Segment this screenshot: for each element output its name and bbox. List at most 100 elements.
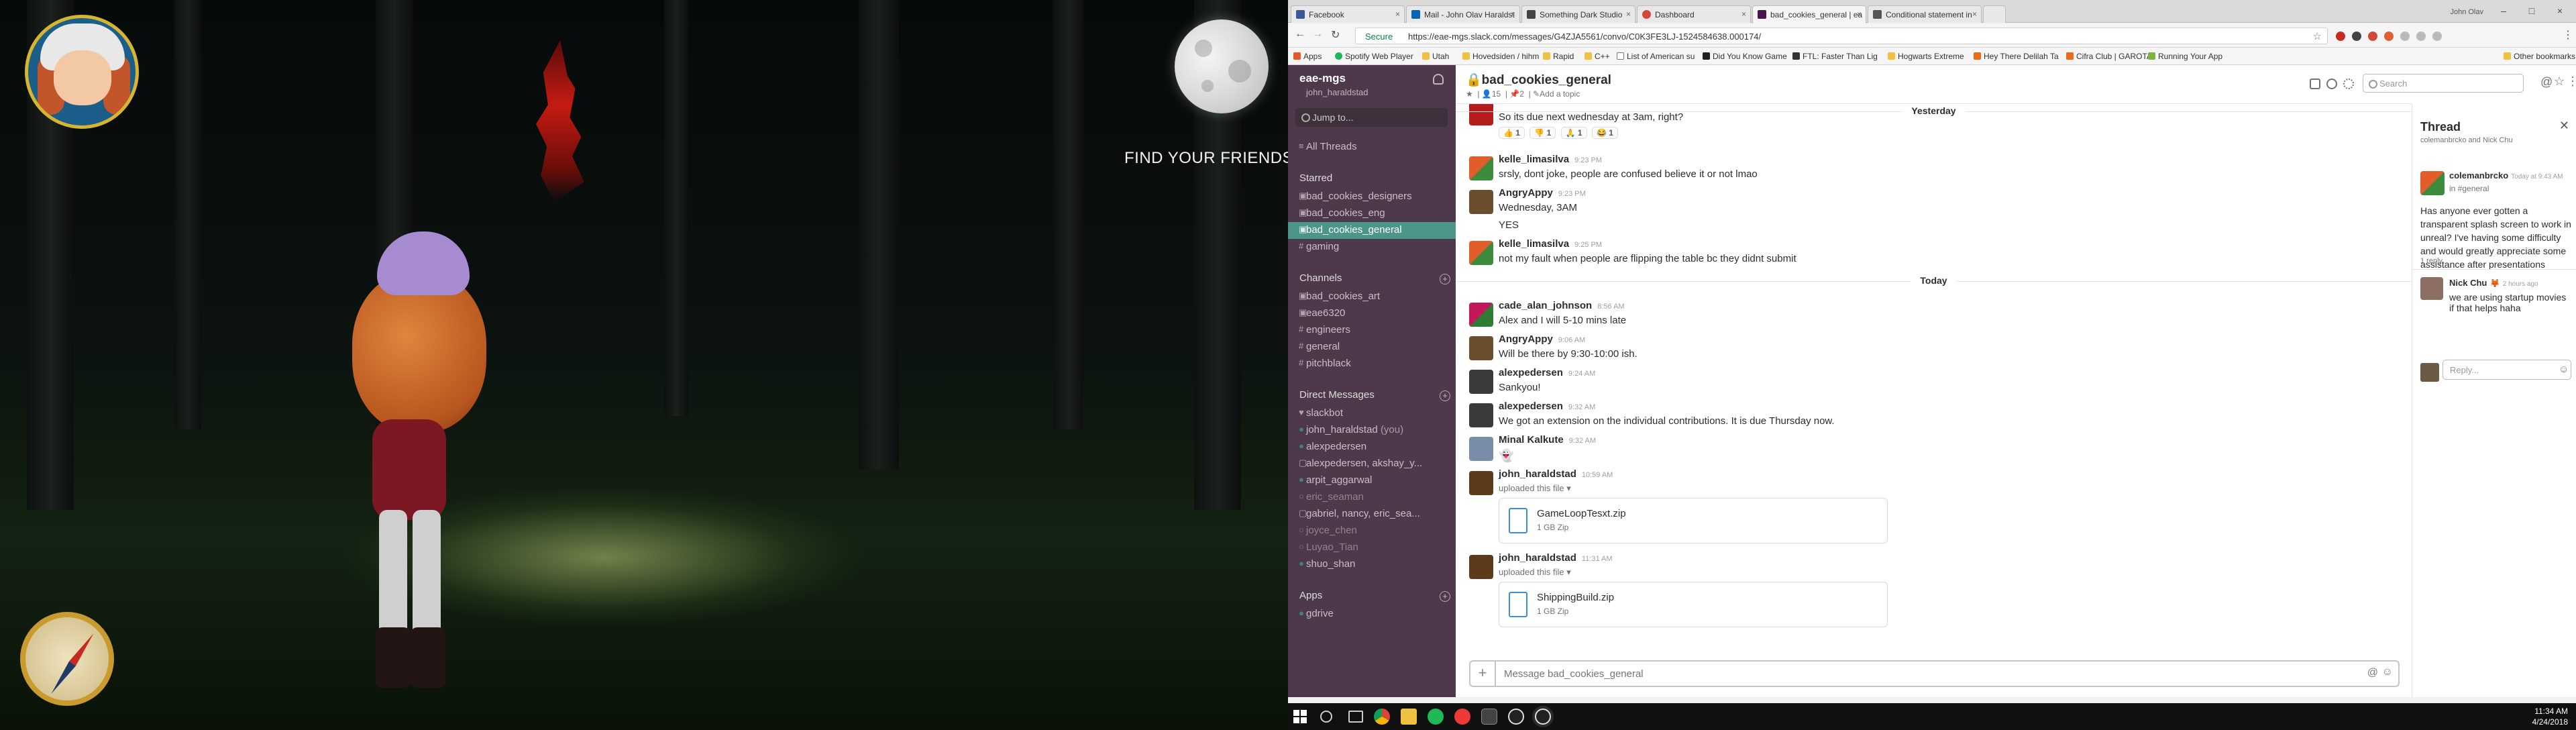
reply-input[interactable]: Reply... xyxy=(2443,360,2571,380)
message[interactable]: AngryAppy 9:23 PM Wednesday, 3AM YES xyxy=(1469,187,2395,234)
thread-reply[interactable]: Nick Chu 🦊 2 hours ago we are using start… xyxy=(2449,277,2573,313)
unreal-icon[interactable] xyxy=(1508,709,1524,725)
bookmark-running-app[interactable]: Running Your App xyxy=(2148,52,2222,61)
tab-slack[interactable]: bad_cookies_general | ea × xyxy=(1752,5,1866,23)
close-icon[interactable]: ✕ xyxy=(2559,119,2569,133)
mention-icon[interactable]: @ xyxy=(2367,667,2378,679)
message[interactable]: kelle_limasilva 9:25 PM not my fault when… xyxy=(1469,238,2395,270)
avatar[interactable] xyxy=(1469,241,1493,265)
more-icon[interactable]: ⋮ xyxy=(2567,74,2576,89)
url-field[interactable]: Secure https://eae-mgs.slack.com/message… xyxy=(1355,28,2328,44)
close-icon[interactable]: × xyxy=(1395,9,1400,19)
file-name[interactable]: GameLoopTesxt.zip xyxy=(1537,508,1626,519)
dm-alexpedersen[interactable]: ● alexpedersen xyxy=(1288,439,1456,456)
emoji-icon[interactable]: ☺ xyxy=(2559,364,2569,375)
close-icon[interactable]: × xyxy=(1626,9,1631,19)
sidebar-item-bad-cookies-art[interactable]: ▣ bad_cookies_art xyxy=(1288,289,1456,305)
dm-shuo-shan[interactable]: ● shuo_shan xyxy=(1288,556,1456,573)
message[interactable]: john_haraldstad 10:59 AM uploaded this fi… xyxy=(1469,468,2395,549)
unreal-icon[interactable] xyxy=(1535,709,1551,725)
bookmark-spotify[interactable]: Spotify Web Player xyxy=(1335,52,1413,61)
bookmark-ftl[interactable]: FTL: Faster Than Lig xyxy=(1792,52,1878,61)
avatar[interactable] xyxy=(2420,171,2445,195)
message-author[interactable]: kelle_limasilva 9:25 PM xyxy=(1499,238,1602,250)
pin-count[interactable]: 2 xyxy=(1519,89,1524,99)
avatar[interactable] xyxy=(1469,403,1493,427)
bookmark-apps[interactable]: Apps xyxy=(1293,52,1322,61)
tab-dashboard[interactable]: Dashboard × xyxy=(1637,5,1751,23)
message[interactable]: alexpedersen 9:32 AM We got an extension … xyxy=(1469,401,2395,433)
message-input[interactable] xyxy=(1504,668,2309,680)
reaction-pill[interactable]: 👍 1 xyxy=(1499,127,1525,139)
bell-icon[interactable] xyxy=(1433,74,1444,85)
tab-mail[interactable]: Mail - John Olav Haraldst × xyxy=(1406,5,1520,23)
dm-joyce-chen[interactable]: ○ joyce_chen xyxy=(1288,523,1456,539)
sidebar-item-gaming[interactable]: # gaming xyxy=(1288,239,1456,256)
team-name[interactable]: eae-mgs xyxy=(1299,72,1346,85)
avatar[interactable] xyxy=(1469,190,1493,214)
minimize-button[interactable]: – xyxy=(2491,5,2516,17)
dm-group-gabriel[interactable]: ▢ gabriel, nancy, eric_sea... xyxy=(1288,506,1456,523)
attach-plus-button[interactable]: + xyxy=(1470,662,1496,686)
dm-group-alexpedersen[interactable]: ▢ alexpedersen, akshay_y... xyxy=(1288,456,1456,472)
bookmark-delilah[interactable]: Hey There Delilah Ta xyxy=(1974,52,2059,61)
message-author[interactable]: alexpedersen 9:24 AM xyxy=(1499,367,1595,378)
task-view-icon[interactable] xyxy=(1348,711,1363,723)
tab-conditional[interactable]: Conditional statement in × xyxy=(1868,5,1982,23)
folder-icon[interactable] xyxy=(1401,709,1417,725)
spotify-icon[interactable] xyxy=(1428,709,1444,725)
dm-arpit-aggarwal[interactable]: ● arpit_aggarwal xyxy=(1288,472,1456,489)
avatar[interactable] xyxy=(1469,370,1493,394)
message-author[interactable]: john_haraldstad 10:59 AM xyxy=(1499,468,1613,480)
message-author[interactable]: alexpedersen 9:32 AM xyxy=(1499,401,1595,412)
sidebar-item-pitchblack[interactable]: # pitchblack xyxy=(1288,356,1456,372)
dm-eric-seaman[interactable]: ○ eric_seaman xyxy=(1288,489,1456,506)
sidebar-item-bad-cookies-designers[interactable]: ▣ bad_cookies_designers xyxy=(1288,189,1456,205)
search-icon[interactable] xyxy=(1320,711,1332,723)
file-name[interactable]: ShippingBuild.zip xyxy=(1537,592,1614,603)
message-author[interactable]: AngryAppy 9:06 AM xyxy=(1499,333,1585,345)
add-topic-link[interactable]: Add a topic xyxy=(1540,89,1580,99)
bookmark-didyouknow[interactable]: Did You Know Game xyxy=(1703,52,1787,61)
bookmark-cpp[interactable]: C++ xyxy=(1585,52,1610,61)
forward-button[interactable]: → xyxy=(1312,28,1323,40)
message[interactable]: kelle_limasilva 9:23 PM srsly, dont joke,… xyxy=(1469,154,2395,186)
add-dm-icon[interactable]: + xyxy=(1440,390,1450,401)
member-count[interactable]: 15 xyxy=(1492,89,1501,99)
apps-heading[interactable]: Apps xyxy=(1299,590,1322,601)
dm-slackbot[interactable]: ♥ slackbot xyxy=(1288,405,1456,422)
close-icon[interactable]: × xyxy=(1511,9,1515,19)
avatar[interactable] xyxy=(1469,303,1493,327)
file-attachment[interactable]: GameLoopTesxt.zip 1 GB Zip xyxy=(1499,498,1888,543)
bookmark-rapid[interactable]: Rapid xyxy=(1543,52,1574,61)
close-icon[interactable]: × xyxy=(1741,9,1746,19)
windows-start-icon[interactable] xyxy=(1293,710,1307,723)
message[interactable]: Minal Kalkute 9:32 AM 👻 xyxy=(1469,434,2395,466)
message-author[interactable]: AngryAppy 9:23 PM xyxy=(1499,187,1586,199)
sidebar-item-bad-cookies-general[interactable]: ▣ bad_cookies_general xyxy=(1288,222,1456,239)
avatar[interactable] xyxy=(1469,555,1493,579)
extension-icon[interactable] xyxy=(2416,32,2426,41)
channels-heading[interactable]: Channels xyxy=(1299,272,1342,284)
phone-icon[interactable] xyxy=(2310,79,2320,89)
avatar[interactable] xyxy=(2420,277,2443,300)
sidebar-item-general[interactable]: # general xyxy=(1288,339,1456,356)
sidebar-item-engineers[interactable]: # engineers xyxy=(1288,322,1456,339)
add-channel-icon[interactable]: + xyxy=(1440,274,1450,284)
thread-channel[interactable]: in #general xyxy=(2449,184,2573,193)
all-threads-link[interactable]: ≡ All Threads xyxy=(1288,139,1456,156)
back-button[interactable]: ← xyxy=(1295,28,1305,40)
vivaldi-icon[interactable] xyxy=(1454,709,1470,725)
gear-icon[interactable] xyxy=(2343,79,2354,89)
bookmark-hovedsiden[interactable]: Hovedsiden / hihm xyxy=(1462,52,1539,61)
message[interactable]: cade_alan_johnson 8:56 AM Alex and I will… xyxy=(1469,300,2395,332)
avatar[interactable] xyxy=(1469,336,1493,360)
star-icon[interactable]: ☆ xyxy=(2554,74,2565,89)
message-author[interactable]: john_haraldstad 11:31 AM xyxy=(1499,552,1613,564)
bookmark-hogwarts[interactable]: Hogwarts Extreme xyxy=(1888,52,1964,61)
extension-icon[interactable] xyxy=(2352,32,2361,41)
jump-to-button[interactable]: Jump to... xyxy=(1295,108,1448,127)
channel-title[interactable]: 🔒bad_cookies_general xyxy=(1466,72,1611,88)
app-gdrive[interactable]: ● gdrive xyxy=(1288,606,1456,623)
search-input[interactable]: Search xyxy=(2363,74,2524,93)
